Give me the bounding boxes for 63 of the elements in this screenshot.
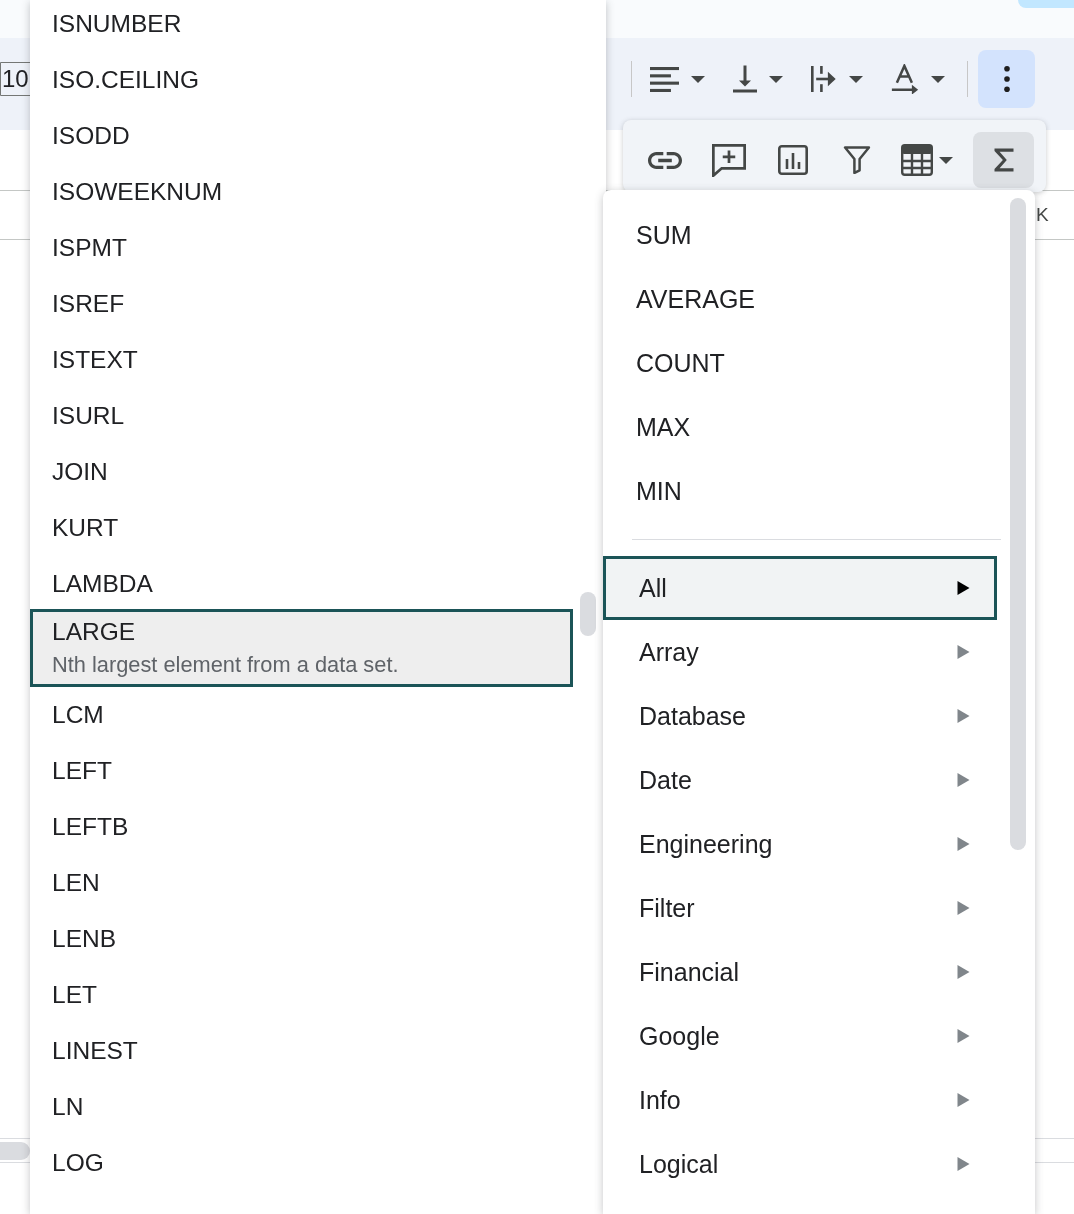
function-item[interactable]: LINEST [30, 1023, 573, 1079]
align-left-icon [650, 66, 679, 92]
category-item[interactable]: All [603, 556, 997, 620]
function-item[interactable]: LEN [30, 855, 573, 911]
category-item[interactable]: Filter [603, 876, 997, 940]
function-item[interactable]: ISOWEEKNUM [30, 164, 573, 220]
menu-item[interactable]: MAX [603, 395, 997, 459]
chart-icon [778, 145, 808, 175]
submenu-arrow-icon [957, 837, 970, 851]
category-item[interactable]: Array [603, 620, 997, 684]
text-wrap-icon [811, 66, 837, 92]
category-item[interactable]: Logical [603, 1132, 997, 1196]
menu-item[interactable]: SUM [603, 203, 997, 267]
function-item[interactable]: LENB [30, 911, 573, 967]
add-comment-icon [712, 143, 746, 177]
submenu-arrow-icon [957, 773, 970, 787]
function-item[interactable]: KURT [30, 500, 573, 556]
category-item[interactable]: Date [603, 748, 997, 812]
scrollbar-thumb[interactable] [580, 592, 596, 636]
function-item[interactable]: LEFT [30, 743, 573, 799]
function-item[interactable]: ISREF [30, 276, 573, 332]
function-item[interactable]: ISODD [30, 108, 573, 164]
function-item[interactable]: ISPMT [30, 220, 573, 276]
filter-icon [843, 146, 871, 174]
link-icon [648, 151, 682, 169]
category-item[interactable]: Financial [603, 940, 997, 1004]
scrollbar-thumb[interactable] [1010, 198, 1026, 850]
submenu-arrow-icon [957, 1157, 970, 1171]
category-item[interactable]: Engineering [603, 812, 997, 876]
submenu-arrow-icon [957, 1093, 970, 1107]
more-vertical-icon [1003, 66, 1010, 92]
function-item[interactable]: LARGE Nth largest element from a data set. [30, 609, 573, 687]
category-item[interactable]: Database [603, 684, 997, 748]
menu-item[interactable]: AVERAGE [603, 267, 997, 331]
more-button[interactable] [978, 50, 1035, 108]
sigma-icon [993, 148, 1014, 172]
submenu-arrow-icon [957, 581, 970, 595]
function-item[interactable]: ISURL [30, 388, 573, 444]
menu-item[interactable]: MIN [603, 459, 997, 523]
column-header[interactable]: K [1036, 204, 1049, 226]
functions-button[interactable] [973, 132, 1034, 188]
function-item[interactable]: ISNUMBER [30, 0, 573, 52]
category-item[interactable]: Google [603, 1004, 997, 1068]
function-item[interactable]: LAMBDA [30, 556, 573, 612]
function-item[interactable]: LCM [30, 687, 573, 743]
submenu-arrow-icon [957, 901, 970, 915]
function-item[interactable]: LET [30, 967, 573, 1023]
menu-item[interactable]: COUNT [603, 331, 997, 395]
function-item[interactable]: JOIN [30, 444, 573, 500]
submenu-arrow-icon [957, 645, 970, 659]
submenu-arrow-icon [957, 1029, 970, 1043]
table-icon [901, 144, 933, 176]
submenu-arrow-icon [957, 965, 970, 979]
category-item[interactable]: Info [603, 1068, 997, 1132]
function-item[interactable]: ISTEXT [30, 332, 573, 388]
function-item[interactable]: LN [30, 1079, 573, 1135]
function-description: Nth largest element from a data set. [52, 651, 399, 679]
text-rotation-icon [891, 64, 919, 94]
function-item[interactable]: LEFTB [30, 799, 573, 855]
function-item[interactable]: LOG [30, 1135, 573, 1191]
vertical-align-bottom-icon [733, 65, 757, 93]
submenu-arrow-icon [957, 709, 970, 723]
scrollbar-thumb[interactable] [0, 1141, 30, 1160]
